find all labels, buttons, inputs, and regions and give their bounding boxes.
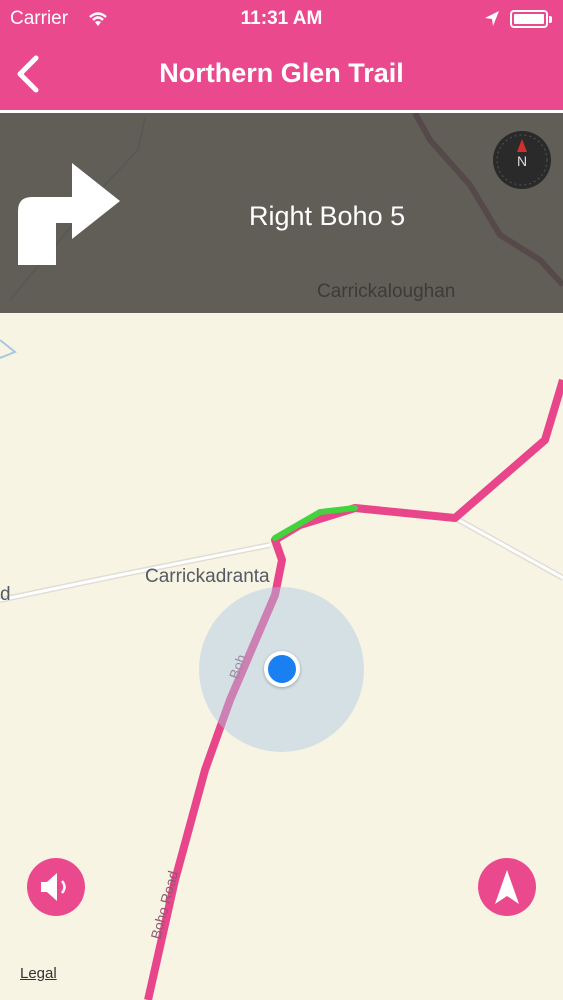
legal-link[interactable]: Legal [20, 965, 57, 982]
compass-label: N [517, 153, 527, 169]
navigation-bar: Northern Glen Trail [0, 40, 563, 113]
stream [0, 339, 17, 359]
location-services-icon [485, 11, 499, 26]
navigation-arrow-icon [495, 870, 519, 904]
instruction-text: Right Boho 5 [249, 201, 406, 231]
place-label-carrickaloughan: Carrickaloughan [317, 281, 456, 302]
compass-button[interactable]: N [492, 130, 552, 190]
clock: 11:31 AM [240, 8, 323, 29]
right-turn-arrow-icon [18, 163, 120, 265]
speaker-icon [41, 873, 66, 901]
place-label-carrickadranta: Carrickadranta [145, 566, 270, 587]
app-root: Boh Boho Road Carrickadranta d Right Boh… [0, 0, 563, 1000]
compass-icon: N [493, 131, 551, 189]
sound-toggle-button[interactable] [27, 858, 85, 916]
turn-instruction-banner: Right Boho 5 Carrickaloughan [0, 113, 563, 313]
battery-icon [510, 10, 552, 28]
road-name-mark-south: Boho Road [147, 869, 181, 941]
place-label-road-edge: d [0, 584, 11, 605]
recenter-location-button[interactable] [478, 858, 536, 916]
current-location-dot [264, 651, 300, 687]
status-bar: Carrier 11:31 AM [0, 0, 563, 40]
page-title: Northern Glen Trail [159, 58, 404, 88]
minor-road-east-fill [454, 516, 563, 580]
